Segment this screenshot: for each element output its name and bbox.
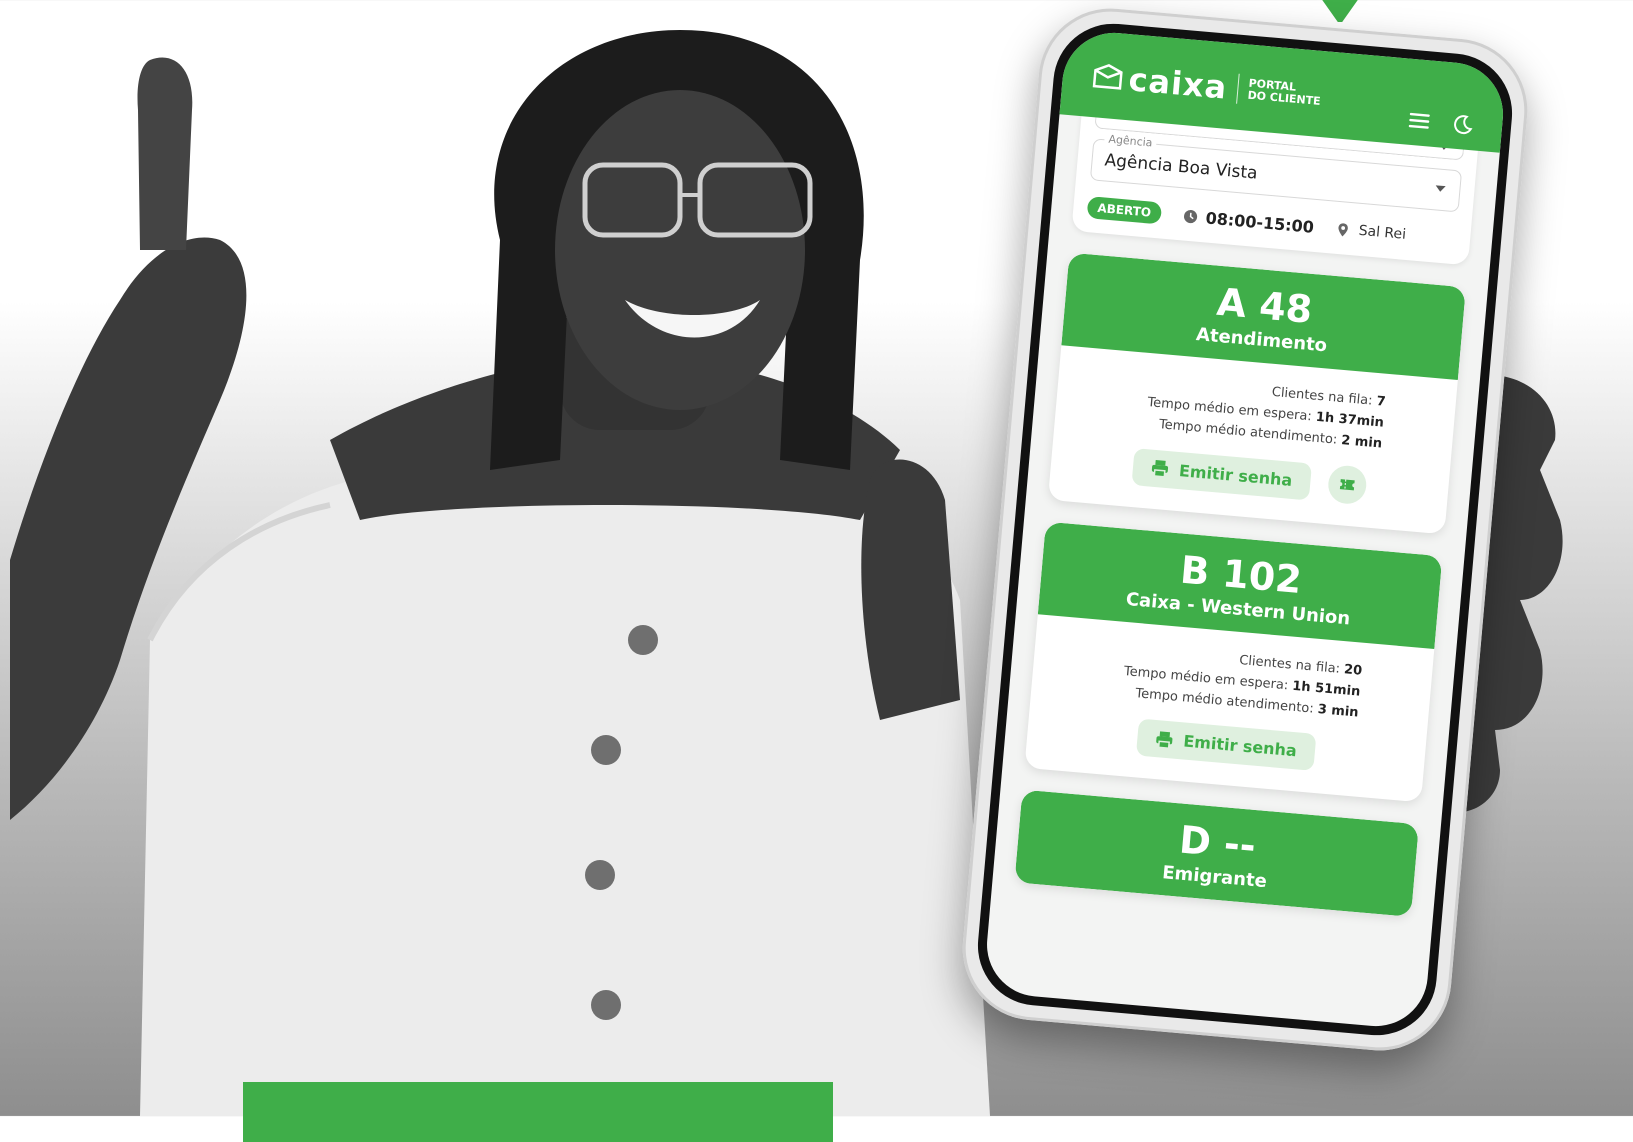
emit-ticket-label: Emitir senha: [1178, 460, 1294, 490]
clients-value: 7: [1375, 394, 1387, 410]
agency-value: Agência Boa Vista: [1103, 150, 1259, 184]
green-banner-decoration: [243, 1082, 833, 1142]
brand-name: caixa: [1127, 60, 1229, 107]
wait-value: 1h 37min: [1315, 409, 1385, 431]
service-value: 2 min: [1340, 433, 1383, 452]
agency-label: Agência: [1103, 132, 1157, 150]
brand-divider: [1235, 73, 1240, 104]
printer-icon: [1152, 459, 1169, 478]
status-badge: ABERTO: [1086, 196, 1162, 225]
agency-location: Sal Rei: [1335, 221, 1407, 243]
emit-ticket-label: Emitir senha: [1182, 731, 1298, 761]
queue-header: D -- Emigrante: [1014, 789, 1419, 917]
hours-text: 08:00-15:00: [1204, 207, 1315, 237]
service-value: 3 min: [1317, 702, 1360, 721]
dark-mode-icon[interactable]: [1451, 113, 1475, 137]
clients-value: 20: [1343, 662, 1363, 679]
location-text: Sal Rei: [1357, 222, 1407, 243]
location-pin-icon: [1338, 222, 1349, 236]
chevron-down-icon: [1435, 185, 1446, 193]
main-content: BOA VISTA Agência Agência Boa Vista ABER…: [983, 88, 1502, 1030]
phone-display: caixa PORTAL DO CLIENTE Agência Agência …: [982, 28, 1508, 1031]
phone-bezel: caixa PORTAL DO CLIENTE Agência Agência …: [972, 18, 1518, 1041]
emit-ticket-button[interactable]: Emitir senha: [1131, 447, 1312, 500]
queue-card-b: B 102 Caixa - Western Union Clientes na …: [1024, 521, 1443, 803]
caixa-logo-icon: [1092, 64, 1123, 90]
queue-card-d: D -- Emigrante: [1014, 789, 1419, 917]
my-ticket-button[interactable]: [1326, 464, 1368, 506]
menu-icon[interactable]: [1407, 109, 1431, 133]
portal-label: PORTAL DO CLIENTE: [1247, 77, 1322, 108]
wait-value: 1h 51min: [1291, 678, 1361, 700]
opening-hours: 08:00-15:00: [1182, 206, 1315, 236]
clock-icon: [1183, 209, 1197, 223]
brand[interactable]: caixa PORTAL DO CLIENTE: [1091, 57, 1322, 115]
header-actions: [1407, 109, 1475, 137]
emit-ticket-button[interactable]: Emitir senha: [1136, 718, 1317, 771]
ticket-icon: [1339, 479, 1355, 491]
phone-mockup: caixa PORTAL DO CLIENTE Agência Agência …: [956, 2, 1534, 1057]
queue-card-a: A 48 Atendimento Clientes na fila: 7 Tem…: [1047, 252, 1466, 535]
printer-icon: [1156, 730, 1173, 749]
